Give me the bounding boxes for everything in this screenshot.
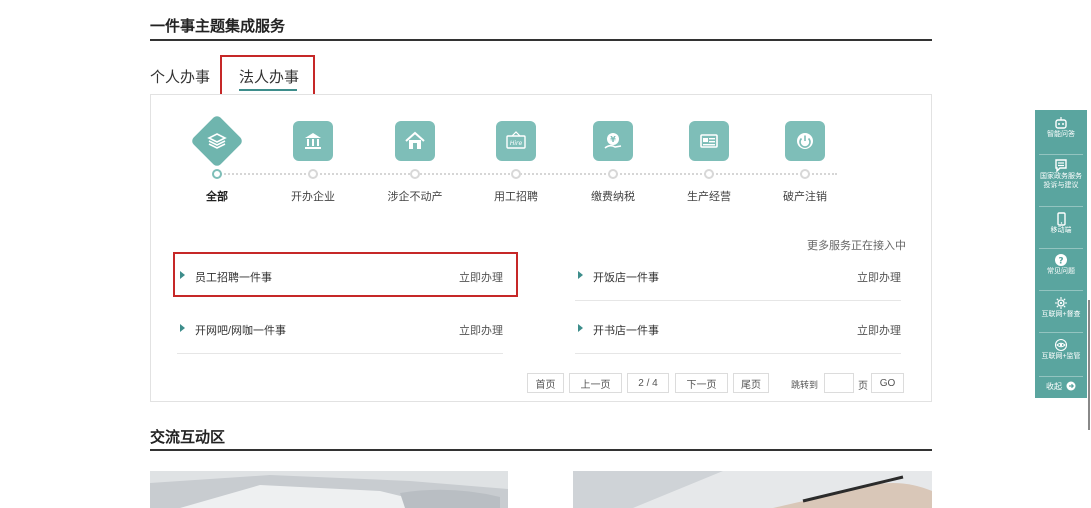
page-number-input[interactable] [824,373,854,393]
sidebar-label: 互联网+监管 [1041,353,1081,360]
timeline-dot [704,169,714,179]
svg-text:Hire: Hire [510,140,523,147]
sidebar-collapse-button[interactable]: 收起 [1035,381,1087,391]
service-name[interactable]: 开网吧/网咖一件事 [195,322,286,338]
floating-sidebar: 智能问答 国家政务服务 投诉与建议 移动端 ? 常见问题 互联网+督查 互联网+… [1035,110,1087,398]
section-divider [150,39,932,41]
mobile-icon [1057,212,1066,226]
settings-eye-icon [1055,297,1067,309]
sidebar-item-faq[interactable]: ? 常见问题 [1035,253,1087,276]
timeline-dot [511,169,521,179]
power-icon[interactable] [785,121,825,161]
document-icon[interactable] [689,121,729,161]
jump-label: 跳转到 [791,380,819,390]
sidebar-divider [1039,376,1083,377]
section-title-services: 一件事主题集成服务 [150,18,286,35]
service-name[interactable]: 开饭店一件事 [593,269,659,285]
page-unit-label: 页 [858,381,868,392]
prev-page-button[interactable]: 上一页 [569,373,622,393]
sidebar-item-smart-qa[interactable]: 智能问答 [1035,116,1087,139]
category-real-estate[interactable]: 涉企不动产 [375,188,455,204]
category-start-business[interactable]: 开办企业 [273,188,353,204]
timeline-dot-all [212,169,222,179]
question-icon: ? [1055,254,1067,267]
category-tax[interactable]: 缴费纳税 [573,188,653,204]
sidebar-label: 智能问答 [1047,131,1075,138]
yuan-hand-icon[interactable]: ¥ [593,121,633,161]
house-icon[interactable] [395,121,435,161]
sidebar-divider [1039,332,1083,333]
sidebar-divider [1039,154,1083,155]
apply-now-link[interactable]: 立即办理 [841,269,901,285]
timeline-dot [308,169,318,179]
service-name[interactable]: 开书店一件事 [593,322,659,338]
sidebar-label: 常见问题 [1047,268,1075,275]
first-page-button[interactable]: 首页 [527,373,564,393]
sidebar-divider [1039,248,1083,249]
next-page-button[interactable]: 下一页 [675,373,728,393]
sidebar-item-mobile[interactable]: 移动端 [1035,212,1087,235]
svg-text:¥: ¥ [610,135,616,144]
triangle-right-icon [578,271,583,279]
sidebar-item-complaints[interactable]: 国家政务服务 投诉与建议 [1035,158,1087,190]
bank-icon[interactable] [293,121,333,161]
tab-personal[interactable]: 个人办事 [150,66,210,87]
apply-now-link[interactable]: 立即办理 [841,322,901,338]
row-divider [575,353,901,354]
hire-sign-icon[interactable]: Hire [496,121,536,161]
sidebar-divider [1039,290,1083,291]
highlight-box-service [173,252,518,297]
row-divider [177,353,503,354]
svg-text:?: ? [1058,257,1063,267]
last-page-button[interactable]: 尾页 [733,373,769,393]
page-scrollbar[interactable] [1088,300,1090,430]
eye-icon [1054,338,1068,352]
sidebar-label: 国家政务服务 投诉与建议 [1040,173,1082,189]
category-bankruptcy[interactable]: 破产注销 [765,188,845,204]
collapse-label: 收起 [1046,381,1062,391]
category-all[interactable]: 全部 [177,188,257,204]
arrow-right-circle-icon [1066,381,1076,391]
page-indicator: 2 / 4 [627,373,669,393]
robot-icon [1055,117,1067,129]
apply-now-link[interactable]: 立即办理 [443,322,503,338]
sidebar-item-regulation[interactable]: 互联网+监管 [1035,338,1087,361]
timeline-dot [410,169,420,179]
go-button[interactable]: GO [871,373,904,393]
section-title-interaction: 交流互动区 [150,429,226,446]
interaction-photo-right[interactable] [573,471,932,508]
more-services-note: 更多服务正在接入中 [807,240,906,252]
timeline-dot [608,169,618,179]
message-icon [1055,159,1067,172]
sidebar-item-supervision[interactable]: 互联网+督查 [1035,296,1087,319]
row-divider [575,300,901,301]
category-operations[interactable]: 生产经营 [669,188,749,204]
section-divider [150,449,932,451]
category-hiring[interactable]: 用工招聘 [476,188,556,204]
timeline-dot [800,169,810,179]
triangle-right-icon [180,324,185,332]
sidebar-label: 互联网+督查 [1041,311,1081,318]
sidebar-label: 移动端 [1050,227,1072,234]
triangle-right-icon [578,324,583,332]
sidebar-divider [1039,206,1083,207]
interaction-photo-left[interactable] [150,471,508,508]
